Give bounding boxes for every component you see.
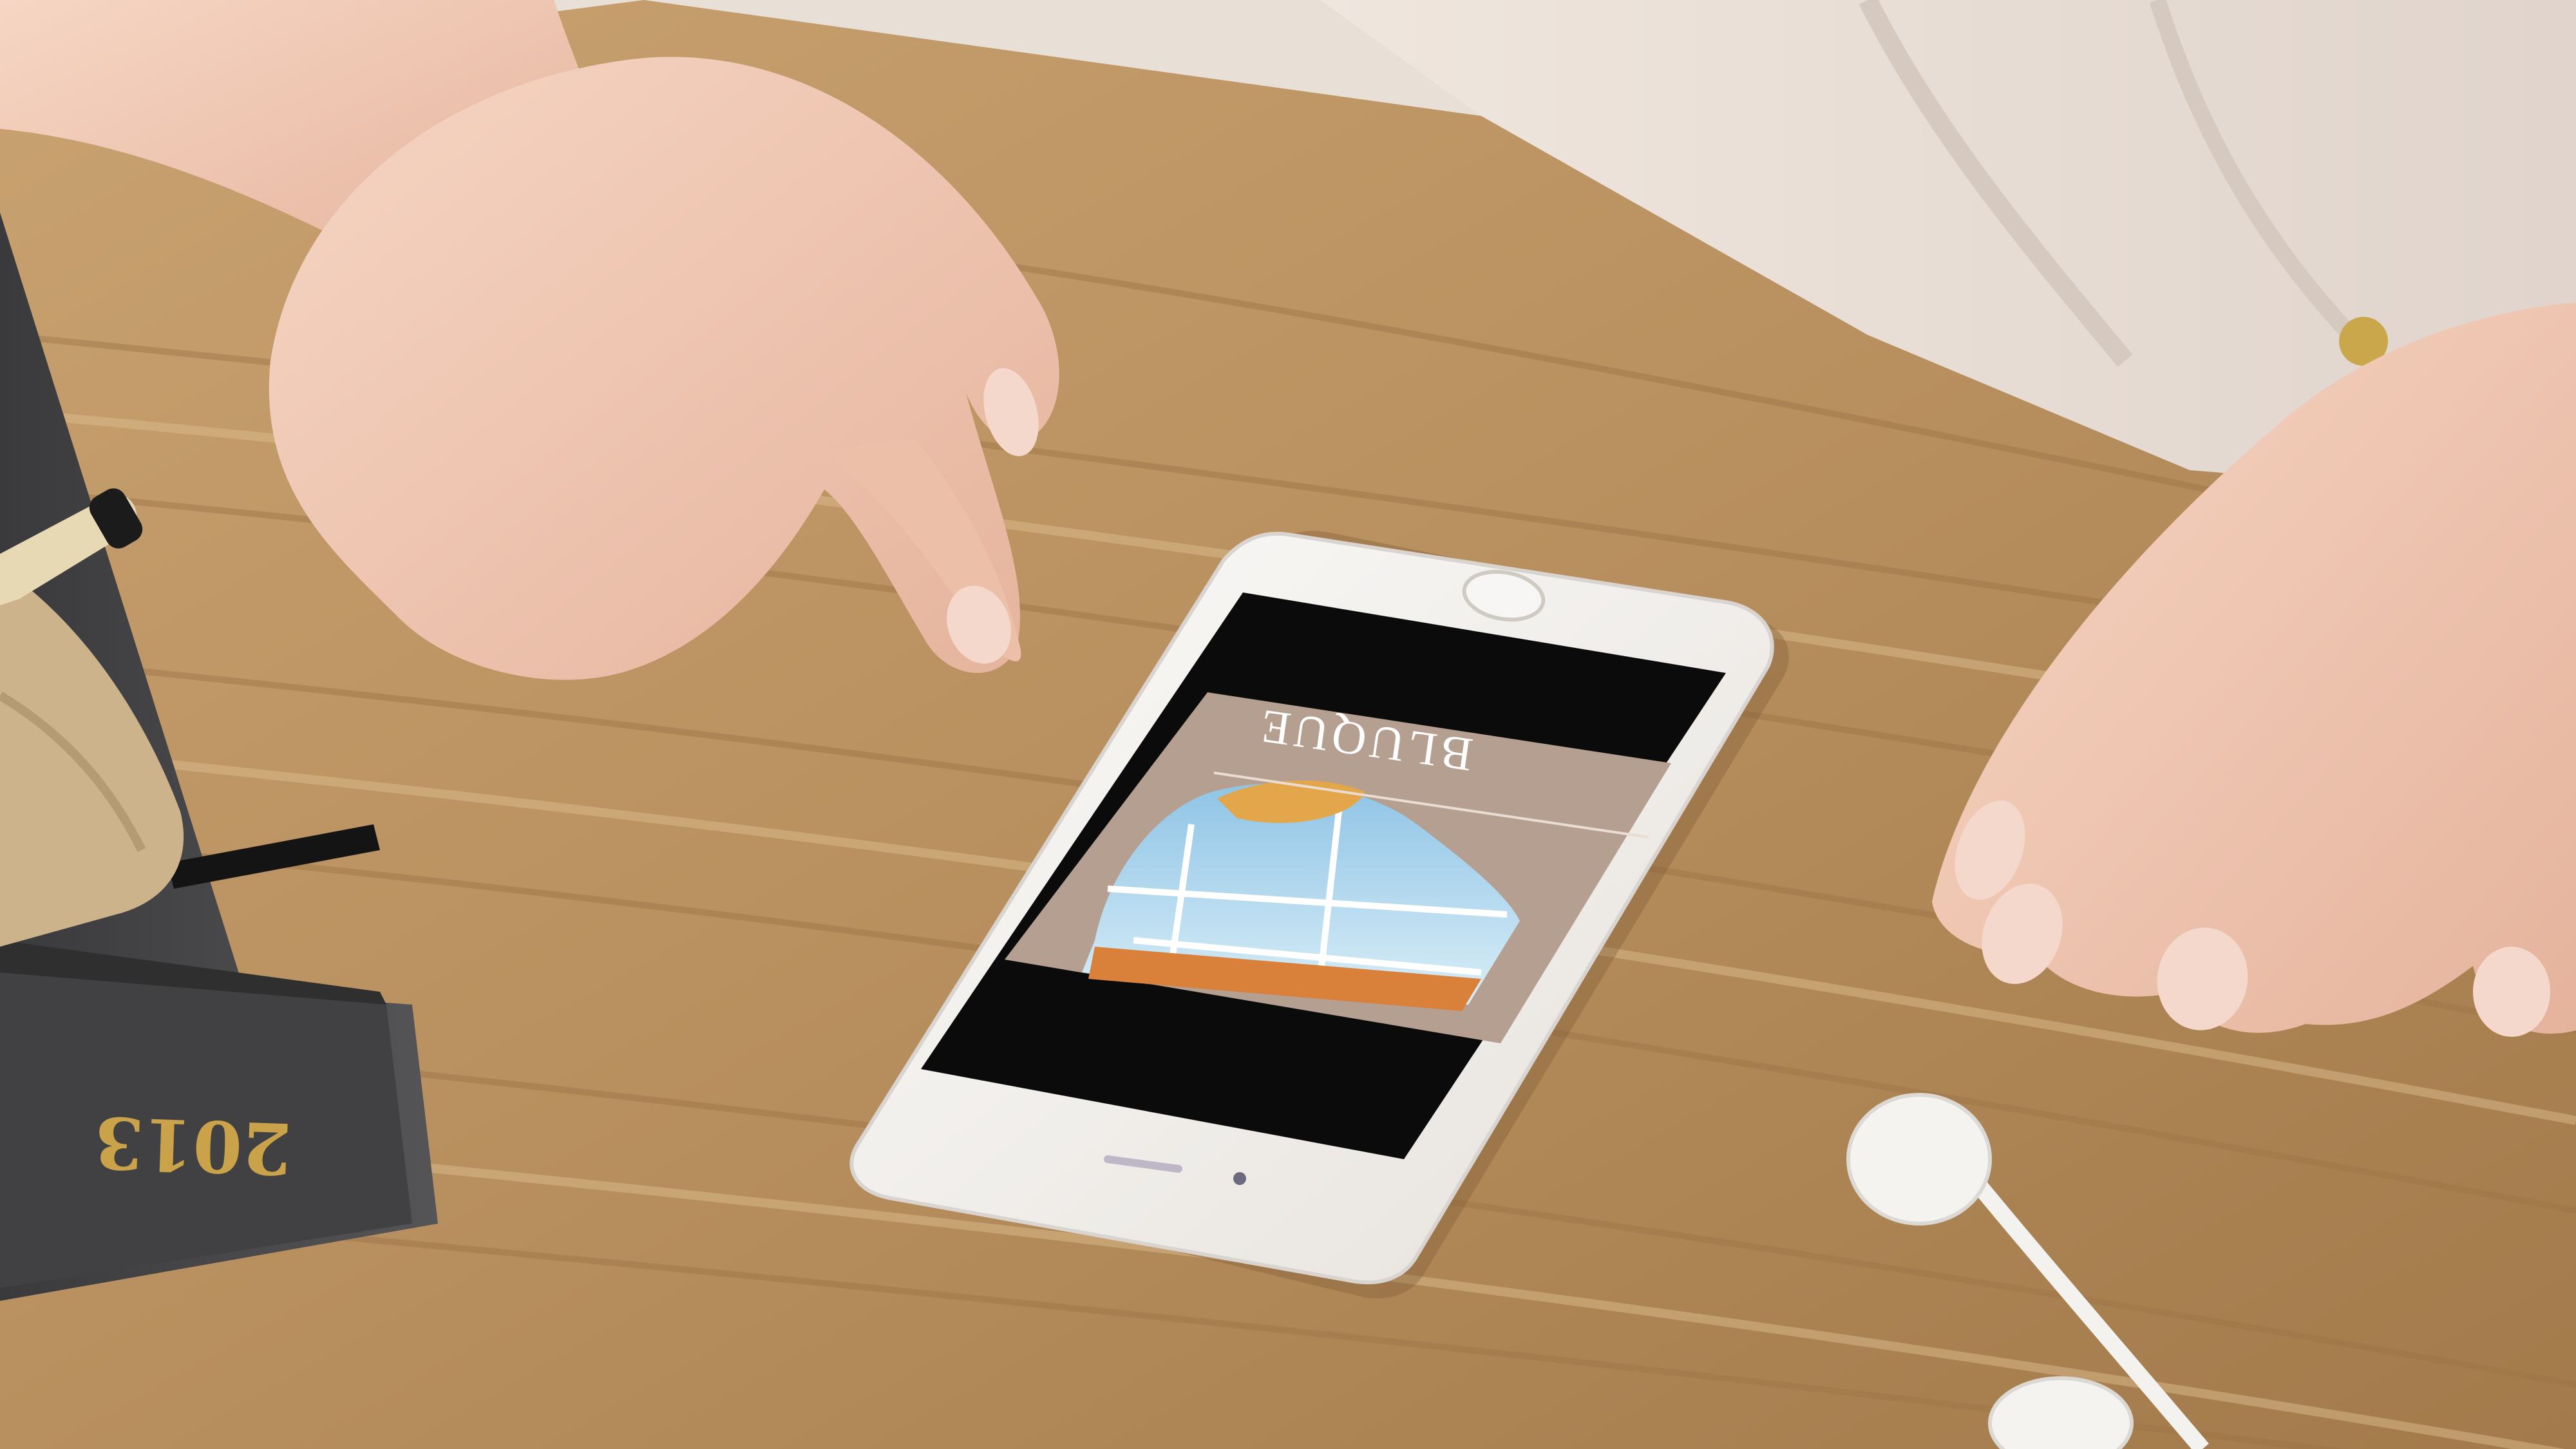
scene-illustration: 2013 BLUQUE [0, 0, 2576, 1449]
earphone-bud [1846, 1093, 1992, 1226]
book-year-label: 2013 [93, 1101, 292, 1191]
photo-scene: 2013 BLUQUE [0, 0, 2576, 1449]
phone-front-camera [1233, 1172, 1246, 1185]
earphone-bud-2 [1988, 1376, 2134, 1449]
